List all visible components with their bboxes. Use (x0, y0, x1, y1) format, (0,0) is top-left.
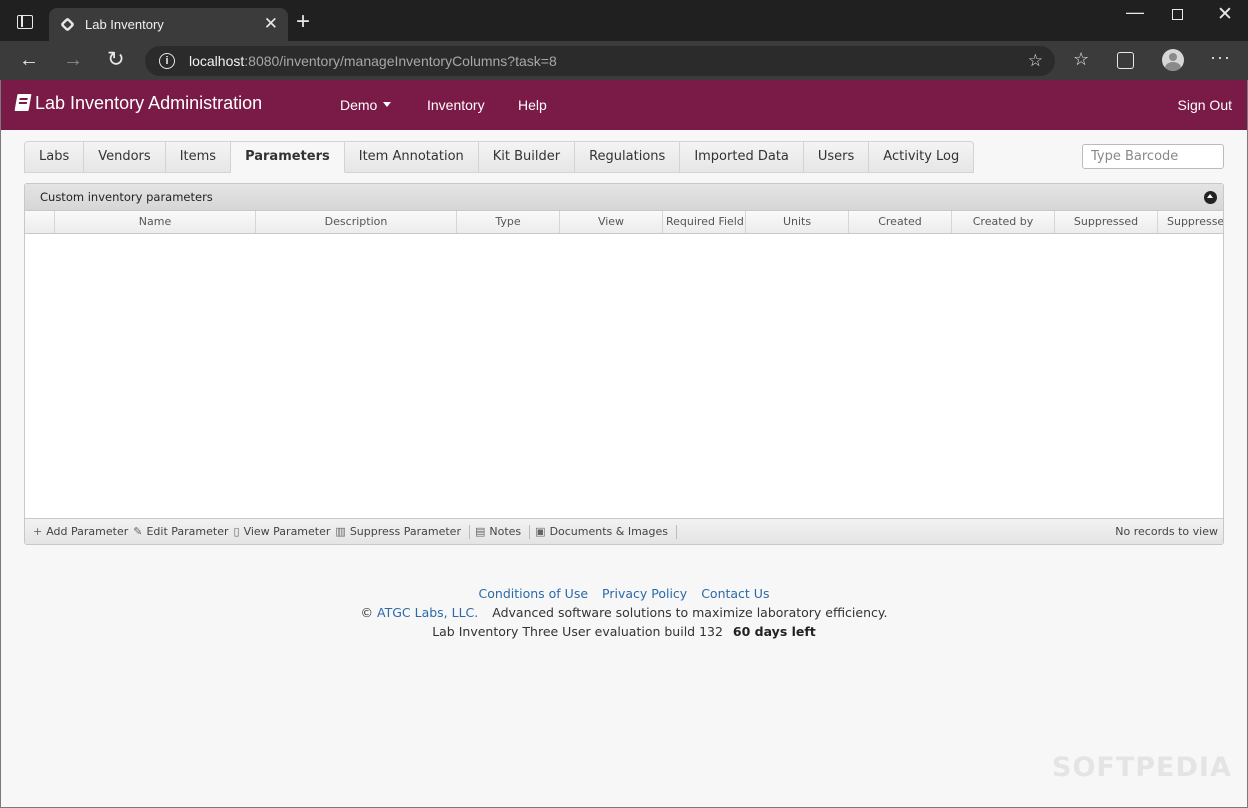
notes-icon: ▤ (474, 525, 486, 538)
tab-regulations[interactable]: Regulations (575, 141, 681, 173)
column-header-type[interactable]: Type (457, 211, 560, 233)
grid-pager: + Add Parameter ✎ Edit Parameter ▯ View Par… (25, 518, 1223, 544)
column-header-view[interactable]: View (560, 211, 663, 233)
tab-item-annotation[interactable]: Item Annotation (344, 141, 479, 173)
build-info: Lab Inventory Three User evaluation buil… (432, 624, 723, 639)
pager-separator (468, 524, 470, 539)
notes-button[interactable]: ▤ Notes (474, 519, 525, 544)
browser-tab-title: Lab Inventory (85, 17, 164, 32)
column-header-select[interactable] (25, 211, 55, 233)
view-parameter-button[interactable]: ▯ View Parameter (233, 519, 335, 544)
grid-body (25, 234, 1223, 518)
url-text[interactable]: localhost:8080/inventory/manageInventory… (189, 53, 557, 69)
grid-caption: Custom inventory parameters (25, 184, 1223, 211)
collections-icon[interactable] (1117, 52, 1134, 69)
privacy-policy-link[interactable]: Privacy Policy (602, 586, 687, 601)
column-header-name[interactable]: Name (55, 211, 256, 233)
pencil-icon: ✎ (133, 525, 143, 538)
tab-labs[interactable]: Labs (24, 141, 85, 173)
caret-down-icon (383, 102, 392, 107)
tab-items[interactable]: Items (165, 141, 232, 173)
tagline: Advanced software solutions to maximize … (492, 605, 888, 620)
documents-images-button[interactable]: ▣ Documents & Images (534, 519, 672, 544)
menu-help[interactable]: Help (518, 97, 547, 113)
tab-actions-icon[interactable] (17, 15, 33, 29)
document-icon: ▯ (233, 525, 240, 538)
barcode-input[interactable] (1082, 144, 1224, 169)
tab-kit-builder[interactable]: Kit Builder (478, 141, 576, 173)
maximize-icon[interactable] (1172, 9, 1183, 20)
conditions-of-use-link[interactable]: Conditions of Use (479, 586, 589, 601)
book-icon (14, 94, 32, 111)
new-tab-icon[interactable]: + (296, 9, 310, 35)
favorites-icon[interactable]: ☆ (1073, 49, 1089, 70)
tab-favicon-icon (60, 17, 75, 32)
app-header: Lab Inventory Administration Demo Invent… (1, 80, 1247, 130)
minimize-icon[interactable]: — (1126, 2, 1144, 23)
pager-separator (676, 524, 678, 539)
tab-vendors[interactable]: Vendors (84, 141, 166, 173)
watermark: SOFTPEDIA (1052, 752, 1232, 783)
column-header-description[interactable]: Description (256, 211, 457, 233)
address-bar: ← → ↻ i localhost:8080/inventory/manageI… (0, 41, 1248, 80)
close-tab-icon[interactable]: ✕ (264, 14, 278, 34)
edit-parameter-button[interactable]: ✎ Edit Parameter (132, 519, 232, 544)
tab-parameters[interactable]: Parameters (231, 141, 345, 173)
admin-tabs: Labs Vendors Items Parameters Item Annot… (24, 141, 975, 173)
column-header-suppressed[interactable]: Suppressed (1055, 211, 1158, 233)
company-link[interactable]: ATGC Labs, LLC. (377, 605, 478, 620)
column-header-created-by[interactable]: Created by (952, 211, 1055, 233)
image-icon: ▣ (535, 525, 546, 538)
plus-icon: + (33, 525, 43, 538)
back-icon[interactable]: ← (19, 49, 39, 71)
url-field[interactable]: i localhost:8080/inventory/manageInvento… (145, 46, 1055, 76)
tab-users[interactable]: Users (803, 141, 870, 173)
trash-icon: ▥ (335, 525, 346, 538)
page-footer: Conditions of Use Privacy Policy Contact… (0, 584, 1248, 641)
profile-avatar[interactable] (1162, 49, 1184, 71)
column-header-units[interactable]: Units (746, 211, 849, 233)
pager-separator (529, 524, 531, 539)
column-header-created[interactable]: Created (849, 211, 952, 233)
site-info-icon[interactable]: i (159, 53, 175, 69)
collapse-icon[interactable] (1204, 191, 1217, 204)
column-header-required-field[interactable]: Required Field (663, 211, 746, 233)
contact-us-link[interactable]: Contact Us (701, 586, 769, 601)
parameters-grid: Custom inventory parameters Name Descrip… (24, 183, 1224, 545)
add-parameter-button[interactable]: + Add Parameter (32, 519, 132, 544)
column-header-suppressed-2[interactable]: Suppressed (1158, 211, 1223, 233)
tab-activity-log[interactable]: Activity Log (869, 141, 975, 173)
days-left: 60 days left (732, 624, 816, 639)
records-info: No records to view (1115, 525, 1218, 538)
sign-out-link[interactable]: Sign Out (1178, 97, 1232, 113)
copyright-symbol: © (360, 605, 374, 620)
grid-header-row: Name Description Type View Required Fiel… (25, 211, 1223, 234)
more-menu-icon[interactable]: ··· (1210, 47, 1231, 68)
browser-tab-bar: Lab Inventory ✕ + — ✕ (0, 0, 1248, 41)
reload-icon[interactable]: ↻ (107, 49, 125, 71)
window-close-icon[interactable]: ✕ (1217, 3, 1233, 26)
app-brand[interactable]: Lab Inventory Administration (14, 93, 262, 114)
menu-inventory[interactable]: Inventory (427, 97, 485, 113)
browser-tab[interactable]: Lab Inventory ✕ (49, 8, 288, 41)
forward-icon[interactable]: → (63, 49, 83, 71)
suppress-parameter-button[interactable]: ▥ Suppress Parameter (334, 519, 465, 544)
tab-imported-data[interactable]: Imported Data (680, 141, 804, 173)
menu-demo[interactable]: Demo (340, 97, 392, 113)
add-favorite-icon[interactable]: ☆ (1028, 51, 1043, 71)
